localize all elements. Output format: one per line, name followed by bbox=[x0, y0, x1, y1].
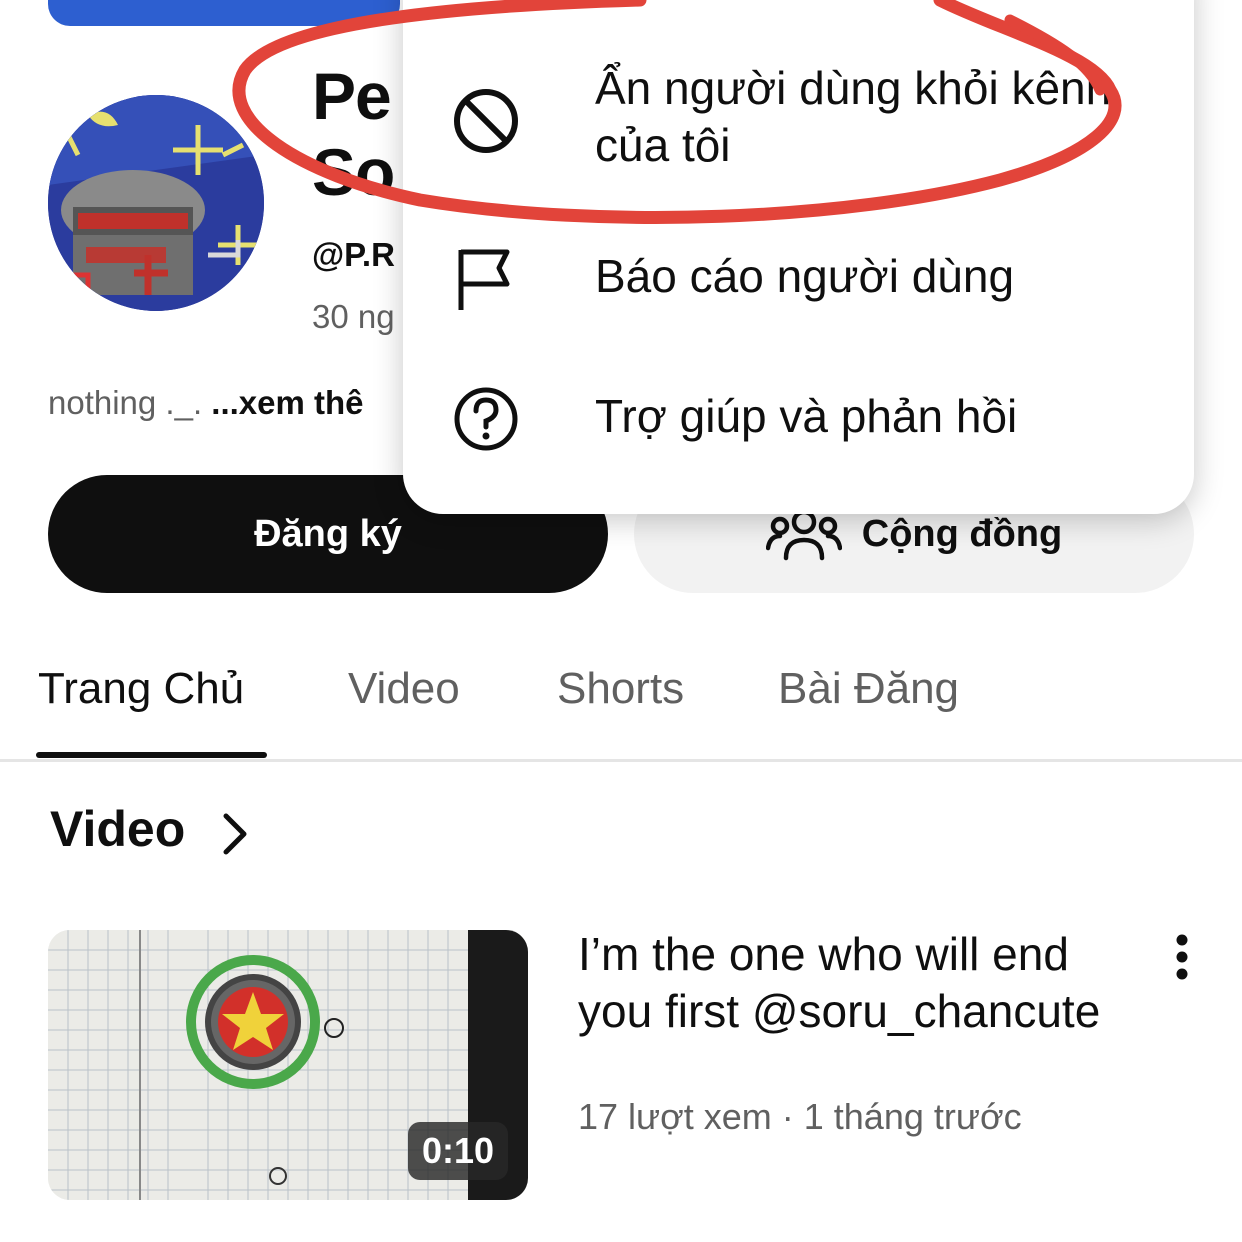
tab-posts[interactable]: Bài Đăng bbox=[778, 664, 959, 714]
channel-handle: @P.R bbox=[312, 236, 395, 273]
tab-videos[interactable]: Video bbox=[348, 664, 460, 714]
chevron-right-icon[interactable] bbox=[218, 812, 254, 856]
active-tab-indicator bbox=[36, 752, 267, 758]
tabs-divider bbox=[0, 759, 1242, 762]
menu-label-report-user: Báo cáo người dùng bbox=[595, 250, 1015, 302]
channel-description[interactable]: nothing ._. ...xem thê bbox=[48, 384, 364, 422]
channel-avatar[interactable] bbox=[48, 95, 264, 311]
description-text: nothing ._. bbox=[48, 384, 212, 421]
menu-item-help-feedback[interactable]: Trợ giúp và phản hồi bbox=[403, 370, 1194, 480]
menu-label-help-feedback: Trợ giúp và phản hồi bbox=[595, 390, 1018, 442]
menu-label-hide-user: Ẩn người dùng khỏi kênh của tôi bbox=[595, 62, 1112, 171]
subscriber-count: 30 ng bbox=[312, 298, 395, 335]
tab-home[interactable]: Trang Chủ bbox=[38, 664, 244, 714]
channel-banner bbox=[48, 0, 400, 26]
video-title[interactable]: I’m the one who will end you first @soru… bbox=[578, 926, 1138, 1040]
description-more-link[interactable]: ...xem thê bbox=[211, 384, 363, 421]
channel-name: Pe So bbox=[312, 59, 395, 209]
video-meta: 17 lượt xem · 1 tháng trước bbox=[578, 1096, 1022, 1137]
people-icon bbox=[765, 509, 842, 561]
help-icon bbox=[454, 387, 518, 451]
block-icon bbox=[454, 89, 518, 153]
community-label: Cộng đồng bbox=[861, 512, 1063, 555]
video-duration-badge: 0:10 bbox=[408, 1122, 509, 1180]
flag-icon bbox=[458, 249, 510, 310]
menu-item-hide-user[interactable]: Ẩn người dùng khỏi kênh của tôi bbox=[403, 50, 1194, 200]
tab-shorts[interactable]: Shorts bbox=[557, 664, 684, 714]
channel-options-menu: Ẩn người dùng khỏi kênh của tôi Báo cáo … bbox=[403, 0, 1194, 514]
section-title-videos[interactable]: Video bbox=[50, 800, 185, 858]
menu-item-report-user[interactable]: Báo cáo người dùng bbox=[403, 230, 1194, 340]
more-vert-icon[interactable] bbox=[1162, 932, 1202, 982]
